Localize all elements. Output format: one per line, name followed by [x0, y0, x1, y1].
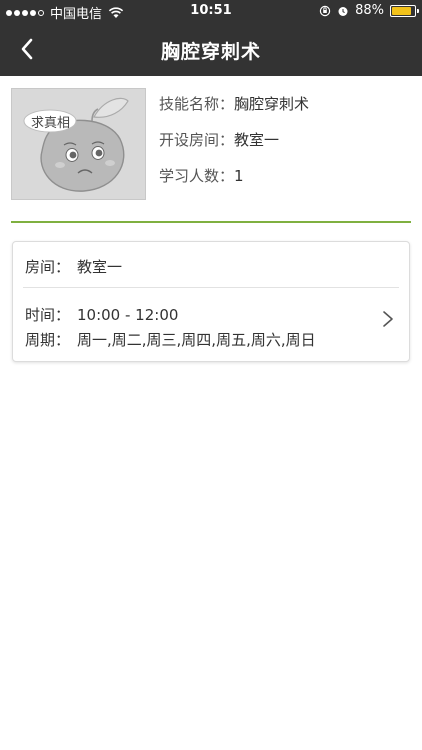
skill-room-label: 开设房间： — [159, 131, 235, 149]
schedule-card[interactable]: 房间： 教室一 时间： 10:00 - 12:00 周期： 周一,周二,周三,周四,周… — [12, 241, 410, 362]
schedule-room-row: 房间： 教室一 — [25, 256, 122, 277]
schedule-time-row: 时间： 10:00 - 12:00 — [25, 304, 178, 325]
schedule-time-value: 10:00 - 12:00 — [77, 306, 179, 324]
schedule-room-label: 房间： — [25, 258, 71, 276]
placeholder-cartoon-image — [12, 89, 145, 199]
navigation-bar: 胸腔穿刺术 — [0, 22, 422, 76]
chevron-right-icon[interactable] — [381, 310, 395, 328]
alarm-icon — [338, 6, 348, 16]
skill-info-section: 求真相 技能名称：胸腔穿刺术 开设房间：教室一 学习人数：1 — [11, 88, 411, 202]
card-divider — [23, 287, 399, 288]
skill-learners-line: 学习人数：1 — [159, 166, 309, 202]
skill-name-value: 胸腔穿刺术 — [234, 95, 310, 113]
schedule-room-value: 教室一 — [77, 258, 123, 276]
skill-name-line: 技能名称：胸腔穿刺术 — [159, 94, 309, 130]
schedule-week-value: 周一,周二,周三,周四,周五,周六,周日 — [77, 331, 316, 349]
schedule-week-row: 周期： 周一,周二,周三,周四,周五,周六,周日 — [25, 329, 316, 350]
skill-details: 技能名称：胸腔穿刺术 开设房间：教室一 学习人数：1 — [159, 94, 309, 202]
rotation-lock-icon — [319, 5, 331, 16]
skill-learners-value: 1 — [234, 167, 244, 185]
schedule-week-label: 周期： — [25, 331, 71, 349]
battery-icon — [390, 4, 419, 17]
image-caption: 求真相 — [31, 116, 71, 131]
skill-name-label: 技能名称： — [159, 95, 235, 113]
skill-learners-label: 学习人数： — [159, 167, 235, 185]
battery-percent: 88% — [355, 3, 384, 18]
skill-room-line: 开设房间：教室一 — [159, 130, 309, 166]
skill-room-value: 教室一 — [234, 131, 280, 149]
section-divider — [11, 221, 411, 223]
status-bar: 中国电信 10:51 88% — [0, 0, 422, 22]
skill-image: 求真相 — [11, 88, 146, 200]
page-title: 胸腔穿刺术 — [160, 41, 261, 63]
status-right: 88% — [319, 3, 419, 18]
schedule-time-label: 时间： — [25, 306, 71, 324]
